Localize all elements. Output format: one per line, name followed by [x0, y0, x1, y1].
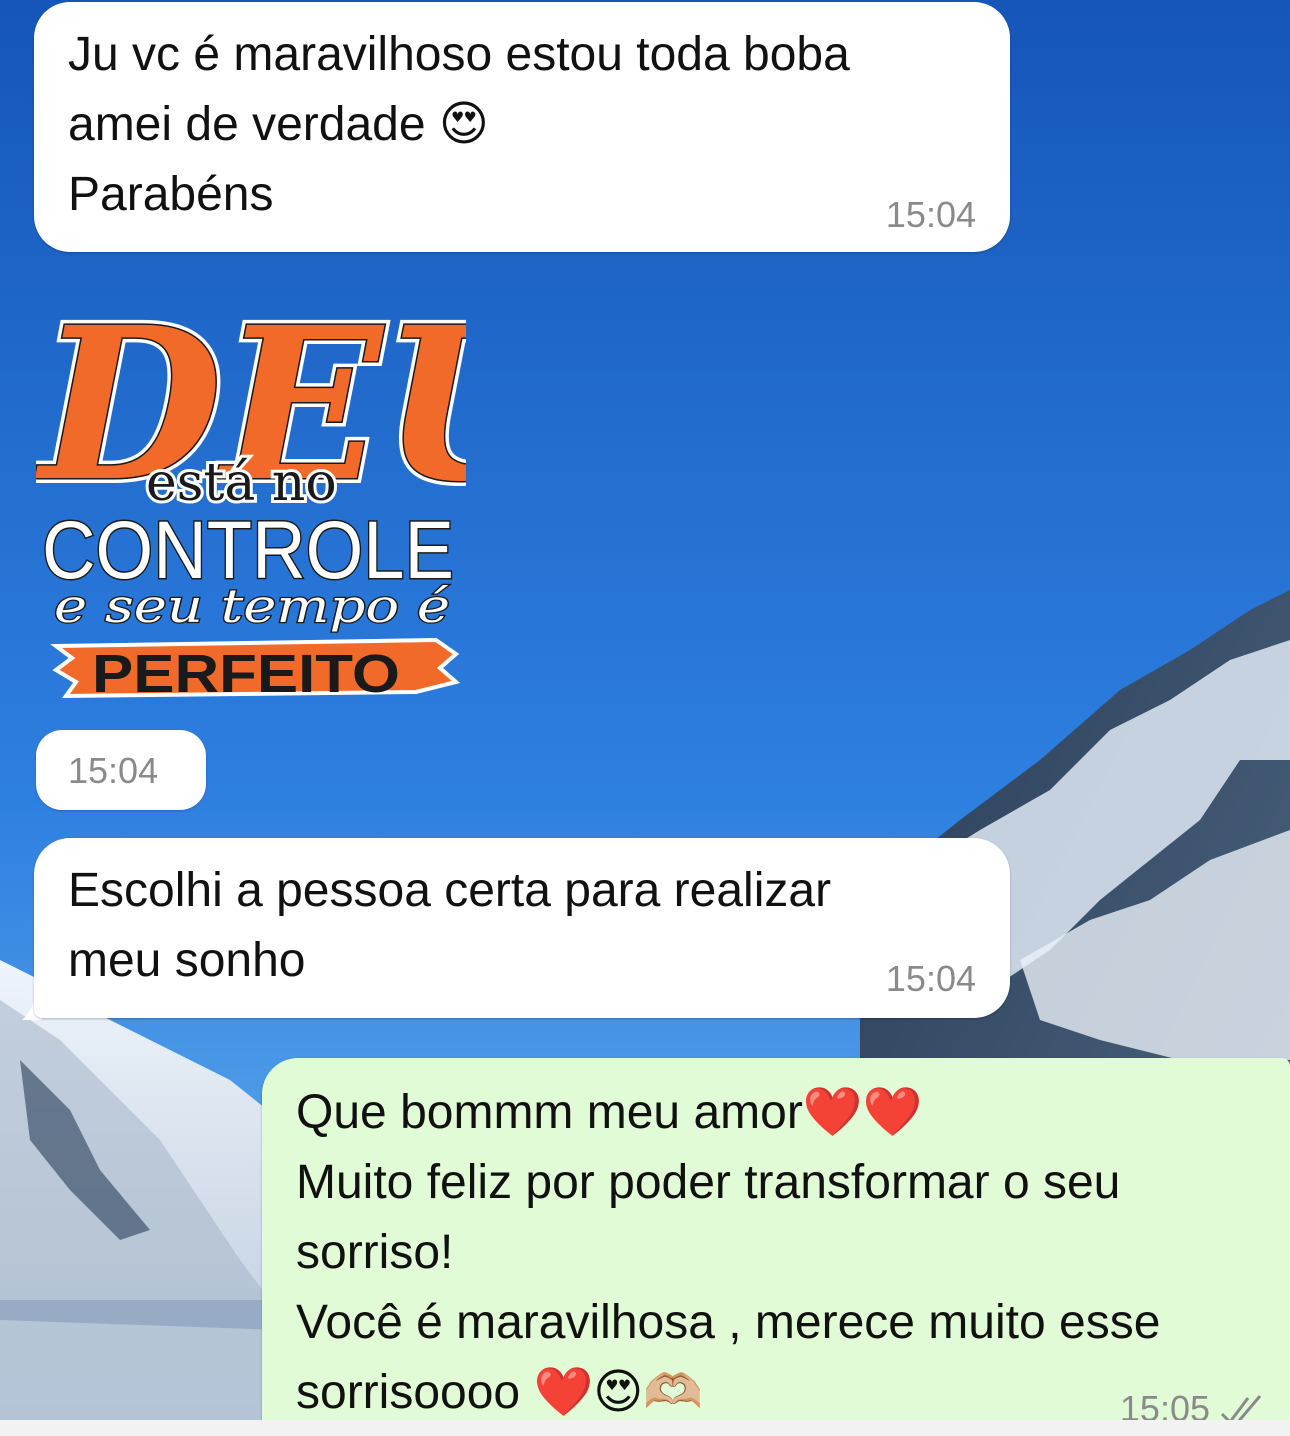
message-line: Escolhi a pessoa certa para realizar — [68, 864, 832, 917]
message-line: Que bommm meu amor❤️❤️ — [296, 1086, 923, 1139]
message-timestamp: 15:04 — [885, 194, 976, 235]
message-line: Ju vc é maravilhoso estou toda boba — [68, 28, 850, 81]
sticker-timestamp: 15:04 — [68, 750, 159, 791]
message-text: Ju vc é maravilhoso estou toda boba amei… — [68, 20, 850, 230]
message-line: meu sonho — [68, 934, 306, 987]
message-line: Você é maravilhosa , merece muito esse — [296, 1296, 1161, 1349]
outgoing-message-bubble[interactable]: Que bommm meu amor❤️❤️ Muito feliz por p… — [262, 1058, 1290, 1436]
sticker-word-perfeito: PERFEITO — [92, 644, 400, 704]
message-text: Escolhi a pessoa certa para realizar meu… — [68, 856, 831, 996]
message-text: Que bommm meu amor❤️❤️ Muito feliz por p… — [296, 1078, 1160, 1428]
sticker-deus-esta-no-controle[interactable]: DEUS DEUS está no CONTROLE e seu tempo é… — [36, 278, 466, 718]
message-line: sorrisoooo ❤️😍🫶🏼 — [296, 1366, 704, 1419]
bottom-divider — [0, 1420, 1290, 1436]
message-line: Parabéns — [68, 168, 274, 221]
message-line: sorriso! — [296, 1226, 454, 1279]
message-timestamp: 15:04 — [885, 958, 976, 999]
incoming-message-bubble[interactable]: Ju vc é maravilhoso estou toda boba amei… — [34, 2, 1010, 252]
message-line: Muito feliz por poder transformar o seu — [296, 1156, 1121, 1209]
message-line: amei de verdade 😍 — [68, 98, 489, 151]
sticker-words-e-seu-tempo-e: e seu tempo é — [54, 579, 450, 633]
incoming-message-bubble[interactable]: Escolhi a pessoa certa para realizar meu… — [34, 838, 1010, 1018]
sticker-timestamp-pill: 15:04 — [36, 730, 206, 810]
sticker-word-esta-no: está no — [146, 453, 337, 513]
